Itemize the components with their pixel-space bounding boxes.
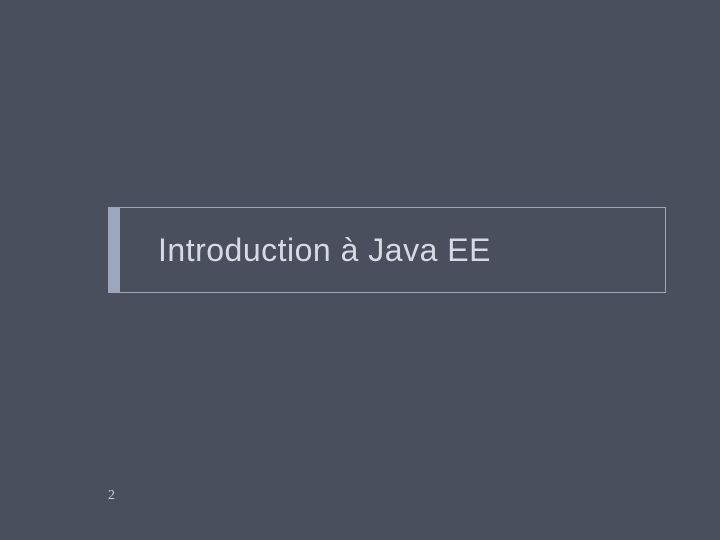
slide-title: Introduction à Java EE (120, 232, 491, 269)
page-number: 2 (108, 488, 115, 504)
accent-bar (109, 208, 120, 292)
title-band: Introduction à Java EE (108, 207, 666, 293)
